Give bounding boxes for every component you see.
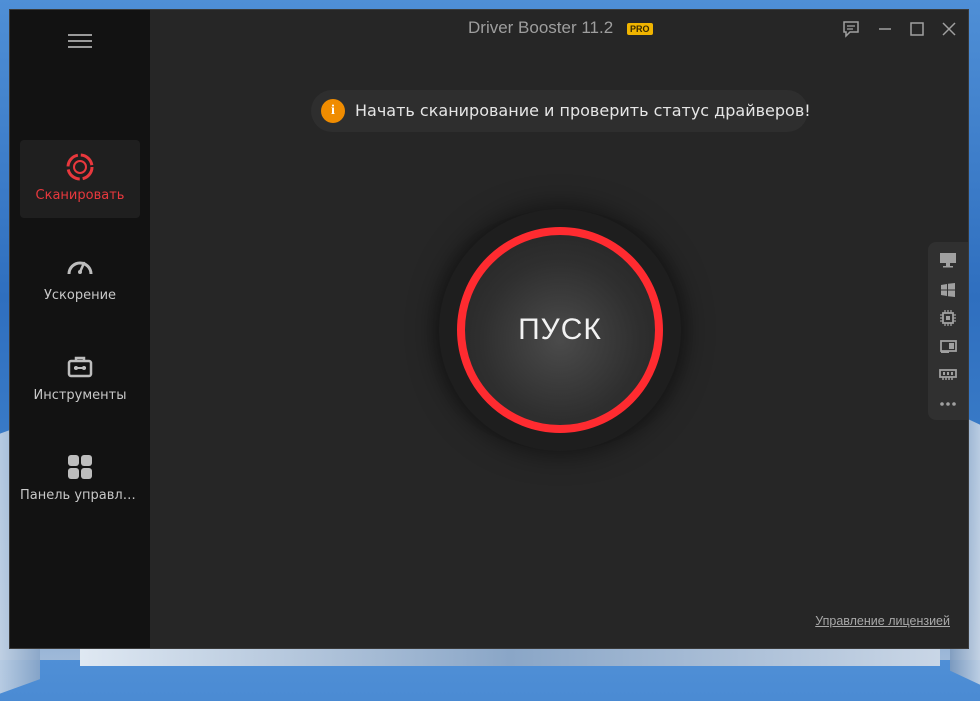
sidebar-item-dashboard[interactable]: Панель управлен...	[20, 440, 140, 518]
sidebar-item-label: Сканировать	[35, 188, 125, 203]
monitor-button[interactable]	[938, 250, 958, 270]
info-icon: i	[321, 99, 345, 123]
chip-icon	[940, 310, 956, 326]
scan-ring-icon	[65, 152, 95, 182]
sidebar-item-tools[interactable]: Инструменты	[20, 340, 140, 418]
sidebar-item-label: Инструменты	[33, 388, 127, 403]
chat-icon	[843, 21, 859, 38]
start-scan-button[interactable]: ПУСК	[457, 227, 663, 433]
sidebar-item-label: Ускорение	[43, 288, 117, 303]
pro-badge: PRO	[627, 23, 653, 35]
title-bar: Driver Booster 11.2 PRO	[150, 10, 968, 50]
hardware-toolbar	[928, 242, 968, 420]
grid-icon	[65, 452, 95, 482]
more-icon	[940, 402, 956, 406]
toolbox-icon	[65, 352, 95, 382]
maximize-icon	[910, 22, 924, 36]
app-window: Сканировать Ускорение Инструменты Панель…	[9, 9, 969, 649]
close-button[interactable]	[938, 18, 960, 40]
notice-text: Начать сканирование и проверить статус д…	[355, 101, 811, 120]
minimize-icon	[879, 28, 891, 30]
more-button[interactable]	[938, 394, 958, 414]
monitor-icon	[940, 253, 956, 268]
gpu-button[interactable]	[938, 336, 958, 356]
scan-notice: i Начать сканирование и проверить статус…	[311, 90, 811, 132]
feedback-button[interactable]	[840, 18, 862, 40]
sidebar: Сканировать Ускорение Инструменты Панель…	[10, 10, 150, 648]
close-icon	[942, 22, 956, 36]
windows-button[interactable]	[938, 280, 958, 300]
maximize-button[interactable]	[906, 18, 928, 40]
license-management-link[interactable]: Управление лицензией	[815, 614, 950, 628]
windows-icon	[941, 283, 955, 297]
speedometer-icon	[65, 252, 95, 282]
sidebar-item-label: Панель управлен...	[20, 488, 140, 503]
hamburger-icon[interactable]	[68, 34, 92, 50]
memory-icon	[939, 369, 957, 380]
cpu-button[interactable]	[938, 308, 958, 328]
app-title: Driver Booster 11.2	[468, 18, 614, 37]
minimize-button[interactable]	[874, 18, 896, 40]
memory-button[interactable]	[938, 364, 958, 384]
sidebar-item-boost[interactable]: Ускорение	[20, 240, 140, 318]
sidebar-item-scan[interactable]: Сканировать	[20, 140, 140, 218]
card-icon	[940, 340, 957, 353]
